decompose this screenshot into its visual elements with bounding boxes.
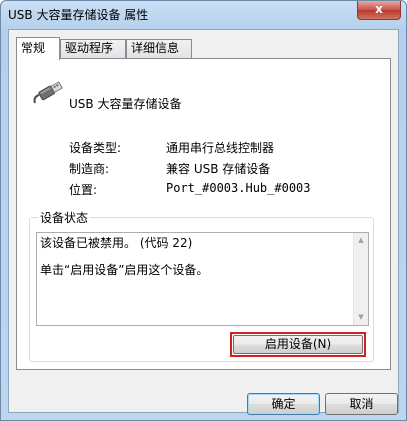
device-type-value: 通用串行总线控制器 <box>166 141 275 155</box>
close-icon: x <box>375 2 383 16</box>
ok-button[interactable]: 确定 <box>247 393 320 415</box>
enable-device-highlight: 启用设备(N) <box>230 332 366 357</box>
tab-driver[interactable]: 驱动程序 <box>60 39 126 58</box>
location-value: Port_#0003.Hub_#0003 <box>166 181 311 195</box>
usb-plug-icon <box>33 81 63 104</box>
tab-details[interactable]: 详细信息 <box>126 39 192 58</box>
manufacturer-value: 兼容 USB 存储设备 <box>166 162 271 176</box>
properties-dialog: USB 大容量存储设备 属性 x 常规 驱动程序 详细信息 USB 大容量存储设… <box>0 0 407 421</box>
general-tab-panel: USB 大容量存储设备 设备类型: 通用串行总线控制器 制造商: 兼容 USB … <box>16 58 391 370</box>
device-status-textbox[interactable]: 该设备已被禁用。 (代码 22) 单击“启用设备”启用这个设备。 ▲ ▼ <box>36 232 369 326</box>
scroll-up-icon[interactable]: ▲ <box>354 233 368 248</box>
dialog-client-area: 常规 驱动程序 详细信息 USB 大容量存储设备 设备类型: 通用串行总线控制器… <box>8 29 399 415</box>
title-bar[interactable]: USB 大容量存储设备 属性 x <box>1 1 406 27</box>
device-type-label: 设备类型: <box>69 141 122 155</box>
cancel-button[interactable]: 取消 <box>325 393 398 415</box>
tab-general[interactable]: 常规 <box>16 37 60 60</box>
status-scrollbar[interactable]: ▲ ▼ <box>353 233 368 325</box>
location-label: 位置: <box>69 183 98 197</box>
manufacturer-label: 制造商: <box>69 162 110 176</box>
device-status-group: 设备状态 该设备已被禁用。 (代码 22) 单击“启用设备”启用这个设备。 ▲ … <box>29 209 374 362</box>
close-button[interactable]: x <box>357 1 401 20</box>
status-line-disabled: 该设备已被禁用。 (代码 22) <box>40 236 193 250</box>
status-line-instruction: 单击“启用设备”启用这个设备。 <box>40 263 209 277</box>
device-status-title: 设备状态 <box>38 209 91 226</box>
scroll-down-icon[interactable]: ▼ <box>354 310 368 325</box>
device-name: USB 大容量存储设备 <box>69 97 182 111</box>
window-title: USB 大容量存储设备 属性 <box>8 8 149 22</box>
enable-device-button[interactable]: 启用设备(N) <box>233 335 363 354</box>
